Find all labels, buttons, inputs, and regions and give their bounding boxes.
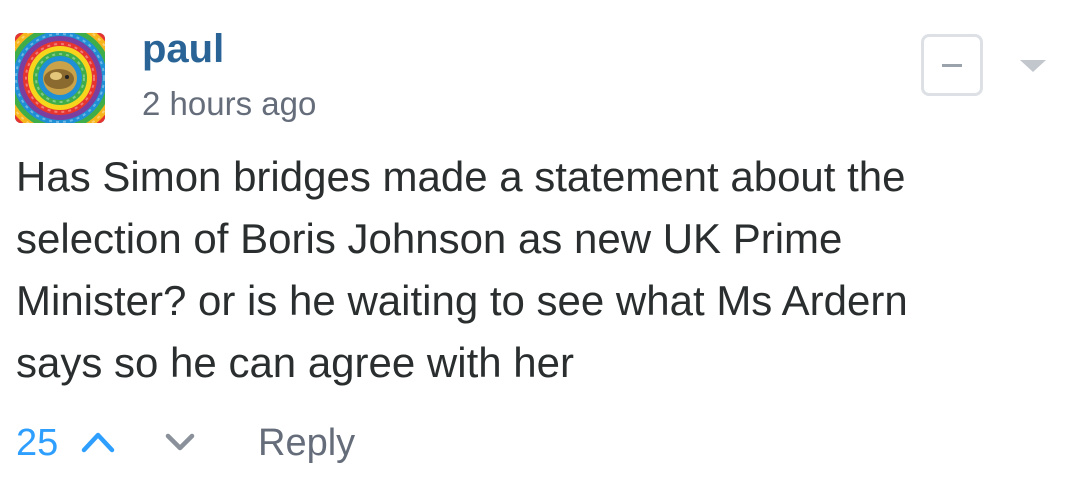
comment-body-line: Minister? or is he waiting to see what M… [16,277,908,324]
comment-body: Has Simon bridges made a statement about… [16,146,1056,394]
reply-button[interactable]: Reply [258,418,355,468]
downvote-button[interactable] [160,424,200,458]
chevron-up-icon [81,432,115,453]
comment-timestamp[interactable]: 2 hours ago [142,84,316,124]
upvote-button[interactable] [78,424,118,458]
collapse-button[interactable] [921,34,983,96]
minus-icon [942,63,962,67]
avatar-image [15,33,105,123]
caret-down-icon[interactable] [1020,60,1046,72]
comment-body-line: says so he can agree with her [16,339,574,386]
avatar[interactable] [15,33,105,123]
chevron-down-icon [165,433,195,451]
vote-count: 25 [16,422,59,464]
comment: paul 2 hours ago Has Simon bridges made … [0,0,1080,481]
author-name[interactable]: paul [142,26,224,72]
comment-body-line: selection of Boris Johnson as new UK Pri… [16,215,843,262]
comment-body-line: Has Simon bridges made a statement about… [16,153,906,200]
comment-footer: 25 Reply [16,418,1016,468]
